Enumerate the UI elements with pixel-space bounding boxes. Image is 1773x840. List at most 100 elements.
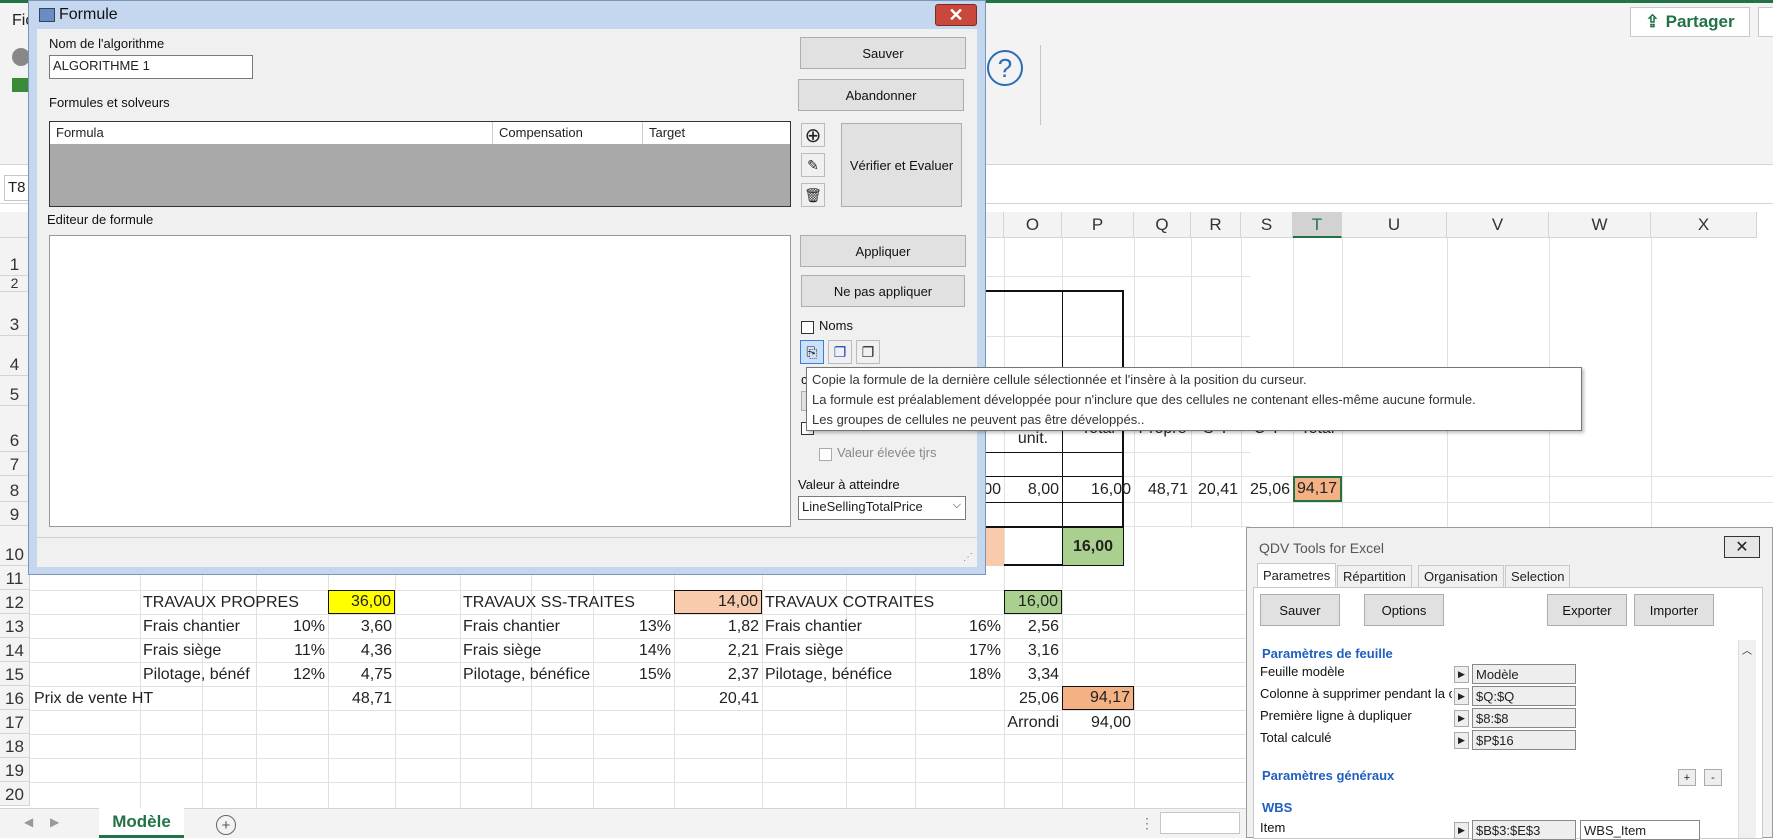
- cell-K12[interactable]: 14,00: [674, 590, 762, 614]
- expand-arrow-icon[interactable]: ▶: [1454, 688, 1469, 705]
- column-header-W[interactable]: W: [1549, 212, 1651, 238]
- trash-icon[interactable]: 🗑: [801, 183, 825, 207]
- algorithm-name-input[interactable]: ALGORITHME 1: [49, 55, 253, 79]
- cell-E13[interactable]: 3,60: [328, 615, 395, 638]
- expand-arrow-icon[interactable]: ▶: [1454, 710, 1469, 727]
- cell-J13[interactable]: 13%: [593, 615, 674, 638]
- col-target[interactable]: Target: [643, 122, 790, 144]
- qdv-options-button[interactable]: Options: [1364, 594, 1444, 626]
- tab-repartition[interactable]: Répartition: [1337, 565, 1412, 587]
- column-header-V[interactable]: V: [1447, 212, 1549, 238]
- cell-O14[interactable]: 3,16: [1004, 639, 1062, 662]
- row-header-12[interactable]: 12: [0, 590, 30, 614]
- expand-arrow-icon[interactable]: ▶: [1454, 822, 1469, 839]
- copy-blue-icon[interactable]: ❐: [828, 340, 852, 364]
- column-header-X[interactable]: X: [1651, 212, 1757, 238]
- column-header-Q[interactable]: Q: [1134, 212, 1191, 238]
- row-header-18[interactable]: 18: [0, 734, 30, 758]
- row-header-13[interactable]: 13: [0, 614, 30, 638]
- cell-O13[interactable]: 2,56: [1004, 615, 1062, 638]
- row-header-9[interactable]: 9: [0, 502, 30, 526]
- cell-T8-selected[interactable]: 94,17: [1293, 476, 1342, 502]
- cell-R8[interactable]: 20,41: [1191, 477, 1241, 502]
- help-icon[interactable]: ?: [987, 50, 1023, 86]
- share-button[interactable]: ⇪ Partager: [1630, 7, 1750, 37]
- row-header-7[interactable]: 7: [0, 452, 30, 476]
- qdv-close-button[interactable]: ✕: [1724, 536, 1760, 558]
- row-header-4[interactable]: 4: [0, 336, 30, 376]
- cell-D15[interactable]: 12%: [256, 663, 328, 686]
- cell-O6[interactable]: unit.: [1004, 428, 1062, 450]
- row-header-6[interactable]: 6: [0, 406, 30, 452]
- comments-button[interactable]: [1758, 7, 1773, 37]
- cell-O17[interactable]: Arrondi: [1004, 711, 1062, 734]
- cell-P17[interactable]: 94,00: [1062, 711, 1134, 734]
- wbs-item-select[interactable]: WBS_Item: [1580, 820, 1700, 840]
- feuille-modele-value[interactable]: Modèle: [1472, 664, 1576, 684]
- expand-arrow-icon[interactable]: ▶: [1454, 666, 1469, 683]
- tab-parametres[interactable]: Parametres: [1257, 563, 1337, 587]
- column-header-P[interactable]: P: [1062, 212, 1134, 238]
- cell-L13[interactable]: Frais chantier: [762, 615, 915, 638]
- cell-G12[interactable]: TRAVAUX SS-TRAITES: [460, 591, 674, 614]
- cell-K15[interactable]: 2,37: [674, 663, 762, 686]
- close-button[interactable]: ✕: [935, 4, 977, 26]
- column-header-R[interactable]: R: [1191, 212, 1241, 238]
- cell-P10[interactable]: 16,00: [1063, 528, 1123, 565]
- cell-D13[interactable]: 10%: [256, 615, 328, 638]
- cell-L12[interactable]: TRAVAUX COTRAITES: [762, 591, 1004, 614]
- cell-D14[interactable]: 11%: [256, 639, 328, 662]
- resize-grip-icon[interactable]: ⋰: [963, 552, 973, 563]
- col-compensation[interactable]: Compensation: [493, 122, 643, 144]
- scroll-up-icon[interactable]: ︿: [1742, 642, 1752, 657]
- cell-E15[interactable]: 4,75: [328, 663, 395, 686]
- column-header-T[interactable]: T: [1293, 212, 1342, 238]
- row-header-16[interactable]: 16: [0, 686, 30, 710]
- row-header-2[interactable]: 2: [0, 275, 30, 292]
- cell-N15[interactable]: 18%: [915, 663, 1004, 686]
- column-header-O[interactable]: O: [1004, 212, 1062, 238]
- tab-organisation[interactable]: Organisation: [1418, 565, 1504, 587]
- select-all[interactable]: [0, 212, 30, 238]
- qdv-scrollbar[interactable]: ︿: [1738, 640, 1756, 838]
- row-header-3[interactable]: 3: [0, 292, 30, 336]
- row-header-8[interactable]: 8: [0, 476, 30, 502]
- add-sheet-icon[interactable]: +: [216, 815, 236, 835]
- remove-param-button[interactable]: -: [1704, 769, 1722, 786]
- cell-O15[interactable]: 3,34: [1004, 663, 1062, 686]
- cell-K13[interactable]: 1,82: [674, 615, 762, 638]
- copy-cell-icon[interactable]: ⎘: [800, 340, 824, 364]
- cell-B15[interactable]: Pilotage, bénéf: [140, 663, 256, 686]
- column-header-U[interactable]: U: [1342, 212, 1447, 238]
- cell-N13[interactable]: 16%: [915, 615, 1004, 638]
- cell-E16[interactable]: 48,71: [328, 687, 395, 710]
- valeur-elevee-tjrs-checkbox[interactable]: [819, 448, 832, 461]
- row-header-17[interactable]: 17: [0, 710, 30, 734]
- formula-editor-textarea[interactable]: [49, 235, 791, 527]
- col-formula[interactable]: Formula: [50, 122, 493, 144]
- column-header-S[interactable]: S: [1241, 212, 1293, 238]
- row-header-11[interactable]: 11: [0, 566, 30, 590]
- cell-B12[interactable]: TRAVAUX PROPRES: [140, 591, 328, 614]
- qdv-import-button[interactable]: Importer: [1634, 594, 1714, 626]
- row-header-15[interactable]: 15: [0, 662, 30, 686]
- row-header-5[interactable]: 5: [0, 376, 30, 406]
- abandon-button[interactable]: Abandonner: [798, 79, 964, 111]
- verify-evaluate-button[interactable]: Vérifier et Evaluer: [841, 123, 962, 207]
- cell-E12[interactable]: 36,00: [328, 590, 395, 614]
- split-handle-icon[interactable]: ⋮: [1140, 815, 1154, 832]
- cell-Q8[interactable]: 48,71: [1134, 477, 1191, 502]
- row-header-19[interactable]: 19: [0, 758, 30, 782]
- cell-A16[interactable]: Prix de vente HT: [31, 687, 202, 710]
- cell-P16[interactable]: 94,17: [1062, 686, 1134, 710]
- horizontal-scrollbar[interactable]: [1160, 812, 1240, 834]
- premiere-ligne-value[interactable]: $8:$8: [1472, 708, 1576, 728]
- cell-J14[interactable]: 14%: [593, 639, 674, 662]
- cell-G13[interactable]: Frais chantier: [460, 615, 593, 638]
- cell-B14[interactable]: Frais siège: [140, 639, 256, 662]
- prev-sheet-icon[interactable]: ◀: [24, 815, 33, 829]
- col-suppr-value[interactable]: $Q:$Q: [1472, 686, 1576, 706]
- tab-selection[interactable]: Selection: [1505, 565, 1571, 587]
- next-sheet-icon[interactable]: ▶: [50, 815, 59, 829]
- target-value-select[interactable]: LineSellingTotalPrice ⌵: [798, 496, 966, 520]
